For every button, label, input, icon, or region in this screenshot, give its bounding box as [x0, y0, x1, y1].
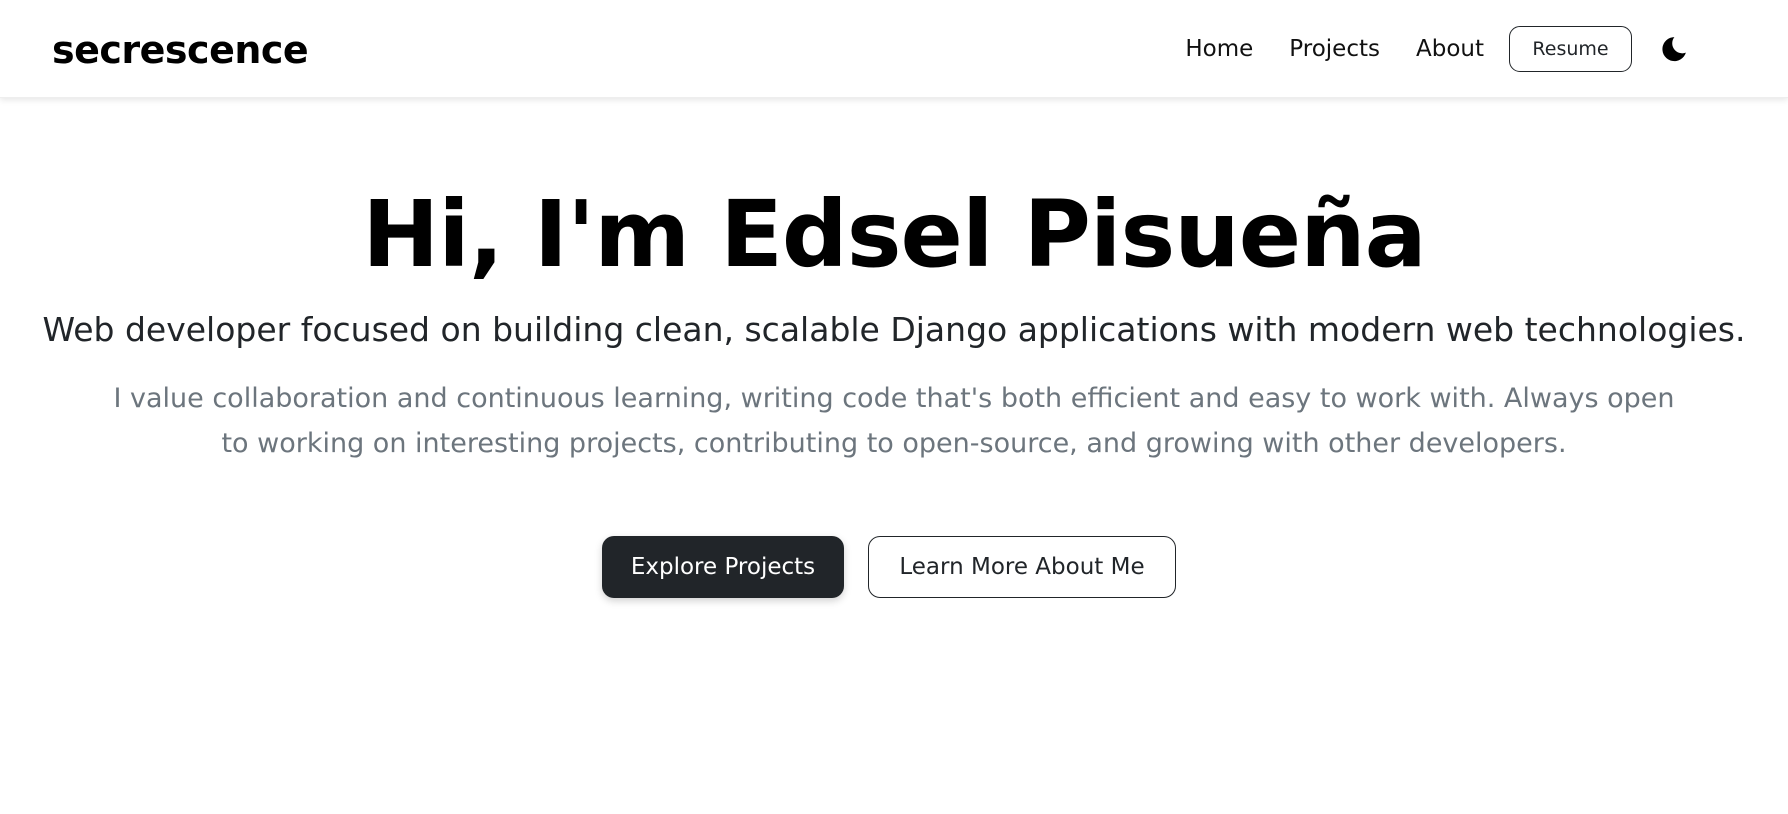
hero-section: Hi, I'm Edsel Pisueña Web developer focu… [0, 98, 1788, 598]
hero-description: I value collaboration and continuous lea… [113, 383, 1675, 459]
moon-icon [1662, 37, 1686, 62]
explore-projects-button[interactable]: Explore Projects [602, 536, 844, 598]
nav-links: Home Projects About Resume [1185, 0, 1690, 98]
hero-subtitle: Web developer focused on building clean,… [42, 310, 1746, 349]
nav-link-about[interactable]: About [1416, 36, 1484, 62]
nav-link-projects[interactable]: Projects [1289, 36, 1380, 62]
nav-link-home[interactable]: Home [1185, 36, 1253, 62]
theme-toggle-button[interactable] [1658, 33, 1690, 65]
navbar: secrescence Home Projects About Resume [0, 0, 1788, 98]
resume-button[interactable]: Resume [1509, 26, 1632, 72]
brand-logo[interactable]: secrescence [52, 26, 309, 74]
cta-buttons: Explore Projects Learn More About Me [0, 536, 1788, 598]
learn-more-button[interactable]: Learn More About Me [868, 536, 1176, 598]
hero-title: Hi, I'm Edsel Pisueña [362, 181, 1426, 288]
